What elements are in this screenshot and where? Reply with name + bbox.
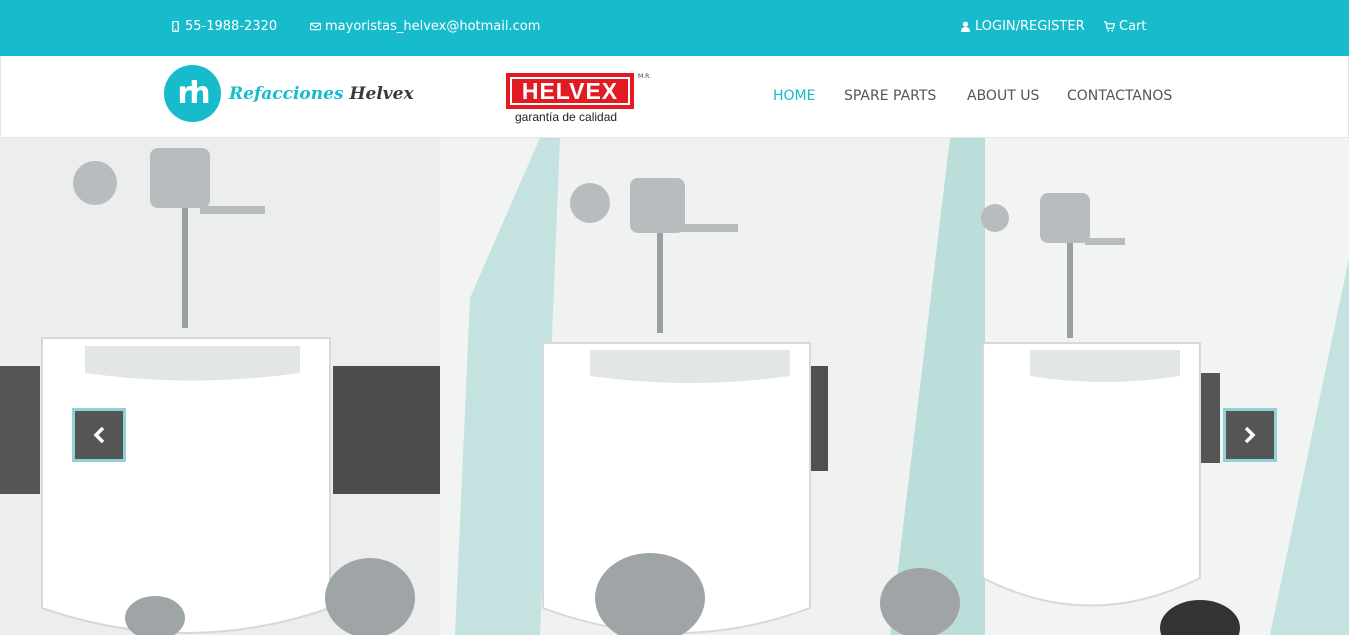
login-register-label: LOGIN/REGISTER: [975, 19, 1085, 34]
logo-text-refacciones: Refacciones: [229, 83, 344, 104]
nav-item-about-us[interactable]: ABOUT US: [967, 88, 1039, 104]
registered-mark: M.R.: [638, 73, 651, 80]
brand-tagline: garantía de calidad: [515, 110, 618, 124]
nav-item-home[interactable]: HOME: [773, 88, 815, 104]
hero-slide-image: [0, 138, 1349, 635]
nav-item-contactanos[interactable]: CONTACTANOS: [1067, 88, 1172, 104]
logo-text-helvex: Helvex: [349, 83, 414, 104]
nav-item-spare-parts[interactable]: SPARE PARTS: [844, 88, 936, 104]
cart-label: Cart: [1119, 19, 1147, 34]
chevron-right-icon: [1244, 426, 1256, 444]
chevron-left-icon: [93, 426, 105, 444]
cart-link[interactable]: Cart: [1104, 19, 1147, 34]
user-icon: [960, 21, 971, 32]
mobile-phone-icon: [172, 21, 179, 32]
carousel-prev-button[interactable]: [72, 408, 126, 462]
shopping-cart-icon: [1104, 21, 1115, 32]
site-header: rh Refacciones Helvex HELVEX M.R. garant…: [0, 56, 1349, 138]
refacciones-helvex-logo[interactable]: rh Refacciones Helvex: [164, 65, 414, 122]
envelope-icon: [310, 22, 321, 31]
helvex-brand-logo: HELVEX M.R. garantía de calidad: [506, 73, 651, 129]
rh-logo-mark: rh: [164, 65, 221, 122]
phone-contact[interactable]: 55-1988-2320: [170, 19, 277, 34]
logo-text: Refacciones Helvex: [229, 84, 414, 104]
helvex-red-box: HELVEX: [506, 73, 634, 109]
login-register-link[interactable]: LOGIN/REGISTER: [960, 19, 1085, 34]
helvex-wordmark: HELVEX: [510, 77, 630, 105]
hero-carousel: [0, 138, 1349, 635]
email-address: mayoristas_helvex@hotmail.com: [325, 19, 541, 34]
top-bar: 55-1988-2320 mayoristas_helvex@hotmail.c…: [0, 0, 1349, 56]
phone-number: 55-1988-2320: [185, 19, 278, 34]
carousel-next-button[interactable]: [1223, 408, 1277, 462]
email-contact[interactable]: mayoristas_helvex@hotmail.com: [310, 19, 540, 34]
